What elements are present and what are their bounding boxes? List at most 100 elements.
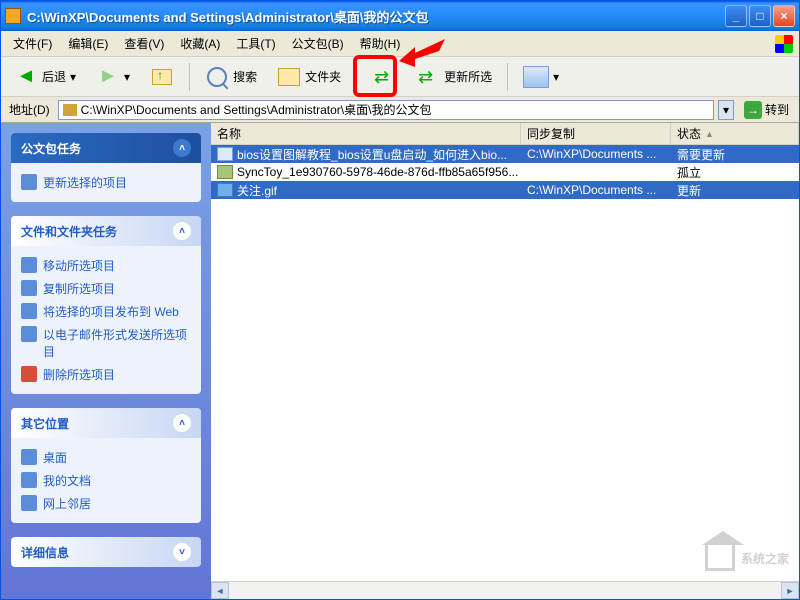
column-status[interactable]: 状态▲	[671, 123, 799, 144]
go-label: 转到	[765, 101, 789, 118]
link-desktop[interactable]: 桌面	[21, 446, 191, 469]
update-label: 更新所选	[444, 68, 492, 85]
search-icon	[207, 67, 227, 87]
task-label: 将选择的项目发布到 Web	[43, 303, 179, 320]
back-button[interactable]: ◄ 后退 ▾	[7, 60, 83, 94]
separator	[507, 63, 508, 91]
back-label: 后退	[42, 68, 66, 85]
documents-icon	[21, 472, 37, 488]
file-icon	[217, 147, 233, 161]
email-icon	[21, 326, 37, 342]
window-title: C:\WinXP\Documents and Settings\Administ…	[27, 7, 725, 26]
file-icon	[217, 183, 233, 197]
titlebar[interactable]: C:\WinXP\Documents and Settings\Administ…	[1, 1, 799, 31]
details-header[interactable]: 详细信息 ˅	[11, 537, 201, 567]
menu-edit[interactable]: 编辑(E)	[60, 32, 116, 55]
menu-help[interactable]: 帮助(H)	[352, 32, 409, 55]
task-move[interactable]: 移动所选项目	[21, 254, 191, 277]
up-button[interactable]	[143, 60, 181, 94]
menu-favorites[interactable]: 收藏(A)	[172, 32, 228, 55]
address-dropdown[interactable]: ▾	[718, 100, 734, 120]
file-tasks-header[interactable]: 文件和文件夹任务 ˄	[11, 216, 201, 246]
move-icon	[21, 257, 37, 273]
horizontal-scrollbar[interactable]: ◄ ►	[211, 581, 799, 599]
scroll-track[interactable]	[229, 582, 781, 599]
cell-sync: C:\WinXP\Documents ...	[521, 147, 671, 161]
briefcase-tasks-body: 更新选择的项目	[11, 163, 201, 202]
task-delete[interactable]: 删除所选项目	[21, 363, 191, 386]
task-label: 删除所选项目	[43, 366, 115, 383]
briefcase-tasks-header[interactable]: 公文包任务 ˄	[11, 133, 201, 163]
menu-tools[interactable]: 工具(T)	[228, 32, 283, 55]
task-label: 我的文档	[43, 472, 91, 489]
list-body[interactable]: bios设置图解教程_bios设置u盘启动_如何进入bio...C:\WinXP…	[211, 145, 799, 581]
task-publish[interactable]: 将选择的项目发布到 Web	[21, 300, 191, 323]
column-name[interactable]: 名称	[211, 123, 521, 144]
scroll-right-button[interactable]: ►	[781, 582, 799, 599]
copy-icon	[21, 280, 37, 296]
task-label: 网上邻居	[43, 495, 91, 512]
task-email[interactable]: 以电子邮件形式发送所选项目	[21, 323, 191, 363]
go-button[interactable]: → 转到	[738, 99, 795, 121]
explorer-window: C:\WinXP\Documents and Settings\Administ…	[0, 0, 800, 600]
dropdown-icon: ▾	[553, 70, 559, 84]
details-box: 详细信息 ˅	[11, 537, 201, 567]
file-tasks-body: 移动所选项目 复制所选项目 将选择的项目发布到 Web 以电子邮件形式发送所选项…	[11, 246, 201, 394]
address-bar: 地址(D) C:\WinXP\Documents and Settings\Ad…	[1, 97, 799, 123]
column-headers: 名称 同步复制 状态▲	[211, 123, 799, 145]
toolbar: ◄ 后退 ▾ ► ▾ 搜索 文件夹 更新所选 ▾	[1, 57, 799, 97]
menu-file[interactable]: 文件(F)	[5, 32, 60, 55]
watermark: 系统之家	[705, 545, 789, 571]
chevron-up-icon: ˄	[173, 414, 191, 432]
link-network[interactable]: 网上邻居	[21, 492, 191, 515]
delete-icon	[21, 366, 37, 382]
address-label: 地址(D)	[5, 101, 54, 118]
file-tasks-box: 文件和文件夹任务 ˄ 移动所选项目 复制所选项目 将选择的项目发布到 Web 以…	[11, 216, 201, 394]
link-documents[interactable]: 我的文档	[21, 469, 191, 492]
watermark-text: 系统之家	[741, 550, 789, 567]
task-label: 以电子邮件形式发送所选项目	[43, 326, 191, 360]
maximize-button[interactable]: □	[749, 5, 771, 27]
address-input[interactable]: C:\WinXP\Documents and Settings\Administ…	[58, 100, 714, 120]
table-row[interactable]: bios设置图解教程_bios设置u盘启动_如何进入bio...C:\WinXP…	[211, 145, 799, 163]
publish-icon	[21, 303, 37, 319]
minimize-button[interactable]: _	[725, 5, 747, 27]
table-row[interactable]: 关注.gifC:\WinXP\Documents ...更新	[211, 181, 799, 199]
menu-briefcase[interactable]: 公文包(B)	[284, 32, 352, 55]
task-copy[interactable]: 复制所选项目	[21, 277, 191, 300]
window-buttons: _ □ ×	[725, 5, 795, 27]
arrow-right-icon: ►	[96, 65, 120, 89]
file-name: 关注.gif	[237, 182, 277, 199]
windows-flag-icon	[775, 35, 793, 53]
column-sync[interactable]: 同步复制	[521, 123, 671, 144]
details-title: 详细信息	[21, 544, 69, 561]
other-places-body: 桌面 我的文档 网上邻居	[11, 438, 201, 523]
table-row[interactable]: SyncToy_1e930760-5978-46de-876d-ffb85a65…	[211, 163, 799, 181]
other-places-header[interactable]: 其它位置 ˄	[11, 408, 201, 438]
update-selected-button[interactable]: 更新所选	[409, 60, 499, 94]
close-button[interactable]: ×	[773, 5, 795, 27]
update-all-button[interactable]	[365, 60, 403, 94]
chevron-up-icon: ˄	[173, 222, 191, 240]
menubar: 文件(F) 编辑(E) 查看(V) 收藏(A) 工具(T) 公文包(B) 帮助(…	[1, 31, 799, 57]
menu-view[interactable]: 查看(V)	[116, 32, 172, 55]
task-update-selection[interactable]: 更新选择的项目	[21, 171, 191, 194]
chevron-down-icon: ˅	[173, 543, 191, 561]
folders-button[interactable]: 文件夹	[270, 60, 348, 94]
forward-button[interactable]: ► ▾	[89, 60, 137, 94]
scroll-left-button[interactable]: ◄	[211, 582, 229, 599]
task-label: 桌面	[43, 449, 67, 466]
chevron-up-icon: ˄	[173, 139, 191, 157]
sync-selected-icon	[416, 65, 440, 89]
cell-name: SyncToy_1e930760-5978-46de-876d-ffb85a65…	[211, 165, 521, 179]
briefcase-tasks-box: 公文包任务 ˄ 更新选择的项目	[11, 133, 201, 202]
folder-up-icon	[152, 69, 172, 85]
search-button[interactable]: 搜索	[198, 60, 264, 94]
views-button[interactable]: ▾	[516, 61, 566, 93]
house-icon	[705, 545, 735, 571]
sort-indicator-icon: ▲	[705, 129, 714, 139]
content-area: 公文包任务 ˄ 更新选择的项目 文件和文件夹任务 ˄ 移动所选项目	[1, 123, 799, 599]
file-name: SyncToy_1e930760-5978-46de-876d-ffb85a65…	[237, 165, 518, 179]
file-icon	[217, 165, 233, 179]
task-label: 更新选择的项目	[43, 174, 127, 191]
